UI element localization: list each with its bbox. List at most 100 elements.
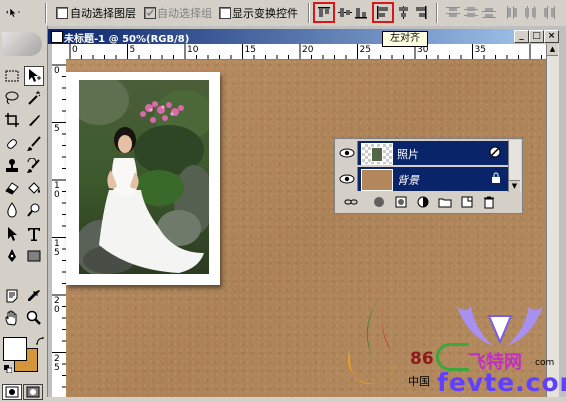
ruler-label: 5 (54, 123, 60, 134)
close-button[interactable]: × (544, 30, 559, 43)
vertical-scrollbar[interactable]: ▲ (546, 44, 559, 397)
blur-tool[interactable] (2, 200, 22, 220)
align-left-edges-button[interactable] (372, 2, 394, 23)
move-tool[interactable] (24, 66, 44, 86)
align-horizontal-centers-button[interactable] (395, 4, 413, 21)
watermark-suffix: com (535, 358, 555, 368)
align-top-edges-button[interactable] (313, 2, 335, 23)
ruler-label: 1 5 (54, 238, 60, 258)
default-colors-icon[interactable] (4, 363, 13, 374)
auto-select-layer-label: 自动选择图层 (70, 7, 136, 20)
toolbox (0, 26, 48, 400)
layer-style-icon[interactable] (489, 146, 501, 161)
hand-tool[interactable] (2, 308, 22, 328)
watermark-logo (344, 292, 404, 390)
layer-row-background[interactable]: 背景 (337, 167, 509, 191)
eyedropper-tool[interactable] (24, 286, 44, 306)
align-right-edges-button[interactable] (412, 4, 430, 21)
ruler-label: 15 (244, 45, 256, 55)
watermark-number: 86 (410, 349, 434, 369)
auto-select-group-checkbox (144, 7, 156, 19)
new-layer-icon[interactable] (460, 195, 474, 209)
ruler-label: 20 (302, 45, 314, 55)
scroll-up-arrow-icon[interactable]: ▲ (547, 44, 558, 56)
show-transform-controls-label: 显示变换控件 (232, 7, 298, 20)
marquee-tool[interactable] (2, 66, 22, 86)
layers-scrollbar[interactable]: ▼ (508, 140, 521, 192)
lasso-tool[interactable] (2, 88, 22, 108)
clone-stamp-tool[interactable] (2, 156, 22, 176)
healing-brush-tool[interactable] (2, 134, 22, 154)
trash-icon[interactable] (482, 195, 496, 209)
distribute-horizontal-centers-button[interactable] (522, 4, 540, 21)
rectangle-tool[interactable] (24, 246, 44, 266)
eye-icon[interactable] (337, 141, 358, 165)
distribute-right-edges-button[interactable] (540, 4, 558, 21)
eye-icon[interactable] (337, 167, 358, 191)
horizontal-ruler[interactable]: 0 5 10 15 20 25 30 35 (66, 44, 546, 60)
crop-tool[interactable] (2, 110, 22, 130)
maximize-button[interactable]: □ (529, 30, 544, 43)
adjustment-layer-icon[interactable] (416, 195, 430, 209)
swap-colors-icon[interactable] (36, 336, 45, 346)
layer-thumbnail-background (361, 169, 393, 191)
layer-row-photo[interactable]: 照片 (337, 141, 509, 165)
minimize-button[interactable]: _ (514, 30, 529, 43)
distribute-left-edges-button[interactable] (504, 4, 522, 21)
show-transform-controls-checkbox[interactable] (219, 7, 231, 19)
auto-select-layer-checkbox[interactable] (56, 7, 68, 19)
ruler-label: 0 (54, 66, 60, 76)
quick-mask-mode-button[interactable] (23, 384, 43, 400)
document-icon (51, 31, 63, 43)
notes-tool[interactable] (2, 286, 22, 306)
type-tool[interactable] (24, 224, 44, 244)
lock-icon (491, 172, 501, 187)
layer-name-background[interactable]: 背景 (397, 172, 419, 188)
distribute-top-edges-button[interactable] (444, 4, 462, 21)
zoom-tool[interactable] (24, 308, 44, 328)
align-left-tooltip: 左对齐 (382, 31, 428, 47)
watermark-p-shape (436, 343, 469, 371)
ruler-label: 0 (72, 45, 78, 55)
distribute-bottom-edges-button[interactable] (480, 4, 498, 21)
ruler-label: 35 (474, 45, 486, 55)
document-title: 未标题-1 @ 50%(RGB/8) (64, 34, 190, 45)
history-brush-tool[interactable] (24, 156, 44, 176)
ruler-label: 2 0 (54, 296, 60, 315)
path-selection-tool[interactable] (2, 224, 22, 244)
layer-thumbnail-photo (361, 143, 393, 165)
vertical-ruler[interactable]: 0 5 1 0 1 5 2 0 2 5 (52, 59, 67, 397)
move-tool-preset-icon[interactable] (4, 4, 30, 21)
ruler-origin[interactable] (52, 44, 67, 60)
ruler-label: 25 (359, 45, 371, 55)
ruler-label: 2 5 (54, 353, 60, 373)
magic-wand-tool[interactable] (24, 88, 44, 108)
foreground-color-swatch[interactable] (3, 337, 27, 361)
feather-logo (2, 32, 42, 56)
scroll-down-arrow-icon[interactable]: ▼ (509, 180, 520, 192)
ruler-label: 5 (129, 45, 136, 55)
options-bar: 自动选择图层 自动选择组 显示变换控件 (0, 0, 566, 27)
slice-tool[interactable] (24, 110, 44, 130)
ruler-label: 1 0 (54, 181, 60, 200)
distribute-vertical-centers-button[interactable] (462, 4, 480, 21)
bride-photo (79, 80, 209, 274)
standard-mode-button[interactable] (2, 384, 22, 400)
brush-tool[interactable] (24, 134, 44, 154)
eraser-tool[interactable] (2, 178, 22, 198)
link-layers-icon[interactable] (344, 195, 358, 209)
add-mask-icon[interactable] (394, 195, 408, 209)
new-group-icon[interactable] (438, 195, 452, 209)
watermark-cn: 中国 (408, 375, 430, 388)
paint-bucket-tool[interactable] (24, 178, 44, 198)
pen-tool[interactable] (2, 246, 22, 266)
add-layer-style-icon[interactable] (372, 195, 386, 209)
auto-select-group-label: 自动选择组 (157, 7, 212, 20)
ruler-label: 10 (187, 45, 199, 55)
document-title-bar[interactable]: 未标题-1 @ 50%(RGB/8) _ □ × (48, 29, 559, 45)
dodge-tool[interactable] (24, 200, 44, 220)
layer-name-photo[interactable]: 照片 (397, 146, 419, 162)
watermark-url: fevte.com (437, 368, 566, 397)
layers-footer (336, 193, 520, 211)
align-bottom-edges-button[interactable] (352, 4, 370, 21)
